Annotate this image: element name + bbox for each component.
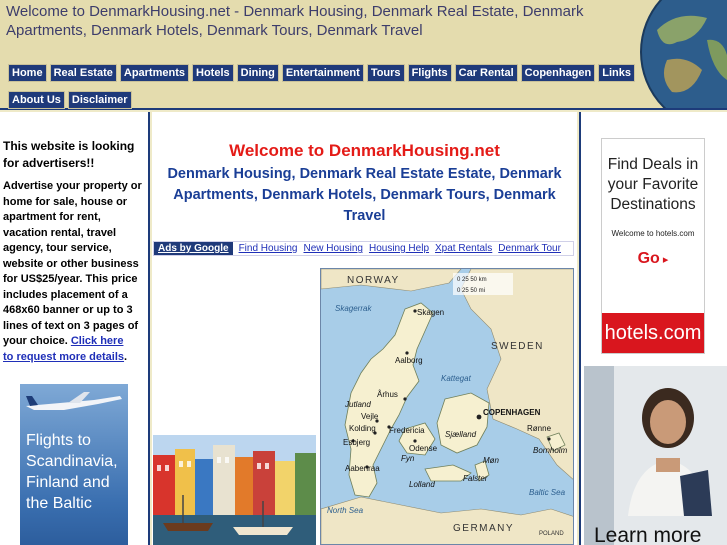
flights-banner-text: Flights to Scandinavia, Finland and the …: [26, 432, 118, 512]
nav-disclaimer[interactable]: Disclaimer: [67, 91, 132, 109]
map-city-odense: Odense: [409, 444, 438, 453]
nav-dining[interactable]: Dining: [236, 64, 279, 82]
nav-home[interactable]: Home: [8, 64, 47, 82]
map-city-lolland: Lolland: [409, 480, 435, 489]
denmark-map: 0 25 50 km 0 25 50 mi NORWAY SWEDEN GERM…: [320, 268, 574, 545]
request-details-link[interactable]: to request more details: [3, 351, 124, 363]
map-label-poland: POLAND: [539, 531, 564, 537]
map-city-vejle: Vejle: [361, 412, 379, 421]
nav-car-rental[interactable]: Car Rental: [454, 64, 518, 82]
map-label-germany: GERMANY: [453, 523, 514, 534]
map-city-sjaelland: Sjælland: [445, 430, 477, 439]
nav-tours[interactable]: Tours: [366, 64, 405, 82]
main-content: Welcome to DenmarkHousing.net Denmark Ho…: [152, 112, 577, 545]
ad-link-find-housing[interactable]: Find Housing: [239, 243, 298, 254]
play-arrow-icon: ▸: [659, 254, 669, 266]
welcome-subtitle: Denmark Housing, Denmark Real Estate Est…: [167, 166, 562, 224]
map-label-north-sea: North Sea: [327, 506, 364, 515]
learn-more-ad[interactable]: Learn more: [584, 366, 727, 545]
left-sidebar: This website is looking for advertisers!…: [0, 112, 150, 545]
hotels-go-label: Go: [637, 250, 660, 267]
ad-link-denmark-tour[interactable]: Denmark Tour: [498, 243, 561, 254]
ads-by-google-link[interactable]: Ads by Google: [154, 242, 233, 255]
ad-link-xpat-rentals[interactable]: Xpat Rentals: [435, 243, 492, 254]
map-label-norway: NORWAY: [347, 275, 400, 286]
map-label-skagerrak: Skagerrak: [335, 304, 372, 313]
learn-more-text: Learn more: [594, 524, 702, 545]
nav-apartments[interactable]: Apartments: [119, 64, 189, 82]
map-city-skagen: Skagen: [417, 308, 444, 317]
nav-real-estate[interactable]: Real Estate: [49, 64, 117, 82]
airplane-icon: [26, 392, 122, 410]
hotels-ad-welcome: Welcome to hotels.com: [611, 229, 695, 238]
hotels-go-button[interactable]: Go ▸: [602, 250, 704, 268]
site-title: Welcome to DenmarkHousing.net - Denmark …: [6, 3, 584, 39]
map-label-kattegat: Kattegat: [441, 374, 472, 383]
main-nav: Home Real Estate Apartments Hotels Dinin…: [8, 64, 636, 118]
map-city-fyn: Fyn: [401, 454, 415, 463]
map-scale-km: 0 25 50 km: [457, 277, 487, 283]
nav-flights[interactable]: Flights: [407, 64, 452, 82]
hotels-com-logo: hotels.com: [602, 313, 704, 353]
ad-link-housing-help[interactable]: Housing Help: [369, 243, 429, 254]
site-header: Welcome to DenmarkHousing.net - Denmark …: [0, 0, 727, 110]
flights-banner-ad[interactable]: Flights to Scandinavia, Finland and the …: [20, 384, 128, 545]
nav-copenhagen[interactable]: Copenhagen: [520, 64, 596, 82]
advertisers-body: Advertise your property or home for sale…: [3, 180, 142, 347]
advertisers-text: Advertise your property or home for sale…: [3, 179, 145, 365]
map-scale-mi: 0 25 50 mi: [457, 288, 485, 294]
nav-entertainment[interactable]: Entertainment: [281, 64, 364, 82]
nav-row-2: About Us Disclaimer: [8, 91, 628, 109]
nav-row-1: Home Real Estate Apartments Hotels Dinin…: [8, 64, 636, 82]
map-city-ronne: Rønne: [527, 424, 552, 433]
map-label-sweden: SWEDEN: [491, 341, 544, 352]
map-city-copenhagen: COPENHAGEN: [483, 408, 541, 417]
period: .: [124, 350, 128, 363]
right-sidebar: Find Deals in your Favorite Destinations…: [579, 112, 727, 545]
hotels-ad-headline: Find Deals in your Favorite Destinations: [607, 156, 699, 213]
map-city-bornholm: Bornholm: [533, 446, 568, 455]
woman-photo: [584, 366, 727, 545]
nav-about-us[interactable]: About Us: [8, 91, 65, 109]
map-city-arhus: Århus: [377, 390, 398, 399]
advertisers-heading: This website is looking for advertisers!…: [3, 139, 135, 170]
nav-links[interactable]: Links: [598, 64, 636, 82]
welcome-heading: Welcome to DenmarkHousing.net: [229, 141, 500, 160]
map-city-aabenraa: Aabenraa: [345, 464, 380, 473]
map-city-falster: Falster: [463, 474, 488, 483]
map-label-baltic-sea: Baltic Sea: [529, 488, 566, 497]
ad-link-new-housing[interactable]: New Housing: [303, 243, 362, 254]
map-city-esbjerg: Esbjerg: [343, 438, 370, 447]
map-city-fredericia: Fredericia: [389, 426, 425, 435]
google-ad-links-bar: Ads by Google Find Housing New Housing H…: [153, 241, 574, 256]
nav-hotels[interactable]: Hotels: [192, 64, 234, 82]
hotels-com-ad[interactable]: Find Deals in your Favorite Destinations…: [601, 138, 705, 354]
map-city-aalborg: Aalborg: [395, 356, 423, 365]
globe-image: [637, 0, 727, 108]
copenhagen-harbor-photo: [153, 435, 316, 545]
map-city-kolding: Kolding: [349, 424, 376, 433]
map-city-mon: Møn: [483, 456, 500, 465]
map-city-jutland: Jutland: [344, 400, 371, 409]
click-here-link[interactable]: Click here: [71, 335, 124, 347]
